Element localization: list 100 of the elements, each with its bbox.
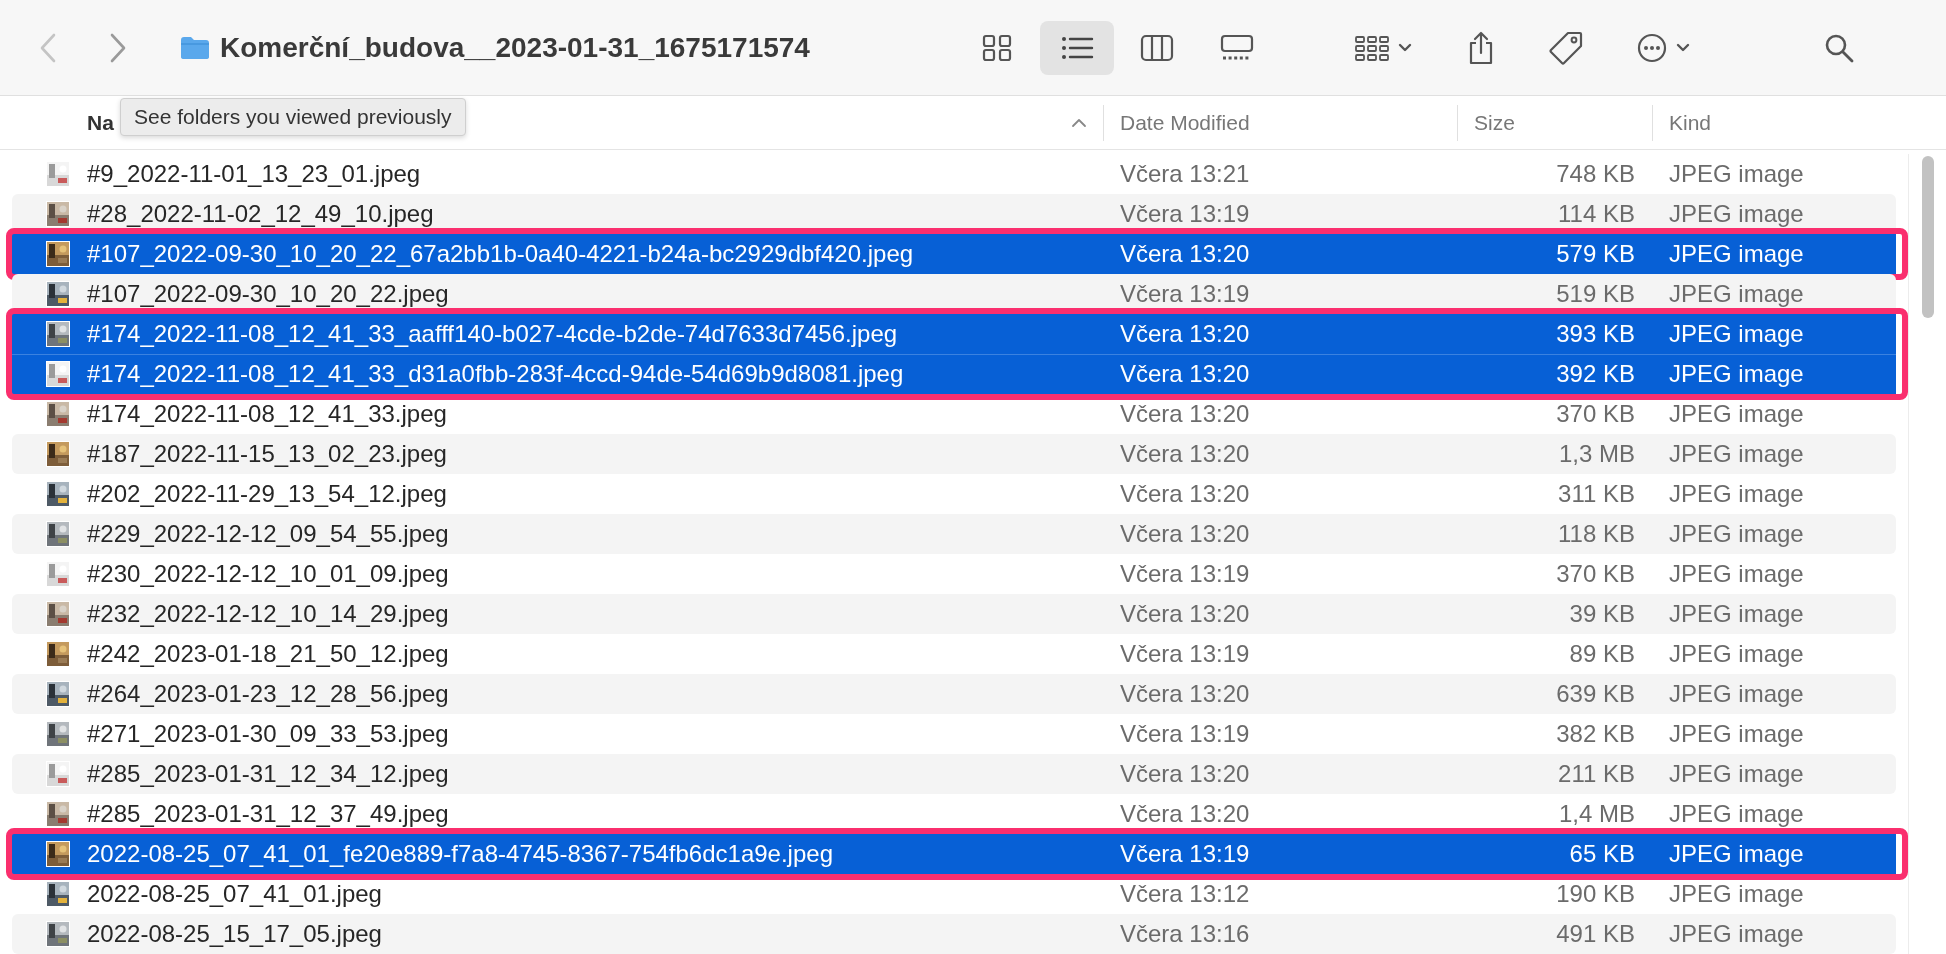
column-header[interactable]: Na <box>87 110 114 135</box>
date-modified: Včera 13:20 <box>1120 441 1250 467</box>
file-name: #242_2023-01-18_21_50_12.jpeg <box>87 641 449 667</box>
file-kind: JPEG image <box>1669 321 1804 347</box>
tag-icon[interactable] <box>1547 29 1584 66</box>
file-row[interactable]: #230_2022-12-12_10_01_09.jpeg Včera 13:19 370 KB JPEG image <box>12 554 1896 594</box>
file-kind: JPEG image <box>1669 281 1804 307</box>
file-name: #9_2022-11-01_13_23_01.jpeg <box>87 161 421 187</box>
file-size: 311 KB <box>1558 481 1635 507</box>
date-modified: Včera 13:19 <box>1120 641 1250 667</box>
file-size: 370 KB <box>1556 561 1635 587</box>
file-size: 370 KB <box>1556 401 1635 427</box>
date-modified: Včera 13:20 <box>1120 761 1250 787</box>
file-name: #174_2022-11-08_12_41_33_aafff140-b027-4cde-b2de-74d7633d7456.jpeg <box>87 321 898 347</box>
date-modified: Včera 13:20 <box>1120 521 1250 547</box>
file-row[interactable]: #242_2023-01-18_21_50_12.jpeg Včera 13:19 89 KB JPEG image <box>12 634 1896 674</box>
date-modified: Včera 13:21 <box>1120 161 1250 187</box>
file-kind: JPEG image <box>1669 401 1804 427</box>
date-modified: Včera 13:20 <box>1120 801 1250 827</box>
file-size: 748 KB <box>1556 161 1635 187</box>
file-kind: JPEG image <box>1669 641 1804 667</box>
date-modified: Včera 13:20 <box>1120 361 1250 387</box>
search-icon[interactable] <box>1823 32 1854 63</box>
file-row[interactable]: #232_2022-12-12_10_14_29.jpeg Včera 13:20 39 KB JPEG image <box>12 594 1896 634</box>
file-row[interactable]: 2022-08-25_07_41_01_fe20e889-f7a8-4745-8367-754fb6dc1a9e.jpeg Včera 13:19 65 KB JPEG image <box>12 834 1896 874</box>
forward-icon[interactable] <box>108 31 128 64</box>
file-name: #271_2023-01-30_09_33_53.jpeg <box>87 721 449 747</box>
window-title: Komerční_budova__2023-01-31_1675171574 <box>220 31 810 64</box>
date-modified: Včera 13:19 <box>1120 841 1250 867</box>
file-size: 639 KB <box>1556 681 1635 707</box>
file-row[interactable]: #229_2022-12-12_09_54_55.jpeg Včera 13:20 118 KB JPEG image <box>12 514 1896 554</box>
file-kind: JPEG image <box>1669 201 1804 227</box>
file-size: 1,4 MB <box>1558 801 1635 827</box>
date-modified: Včera 13:19 <box>1120 721 1250 747</box>
file-size: 190 KB <box>1556 881 1635 907</box>
file-name: 2022-08-25_07_41_01_fe20e889-f7a8-4745-8367-754fb6dc1a9e.jpeg <box>87 841 833 867</box>
file-row[interactable]: #202_2022-11-29_13_54_12.jpeg Včera 13:20 311 KB JPEG image <box>12 474 1896 514</box>
sort-caret-icon[interactable] <box>1071 117 1087 128</box>
file-kind: JPEG image <box>1669 841 1804 867</box>
date-modified: Včera 13:19 <box>1120 201 1250 227</box>
file-row[interactable]: 2022-08-25_15_17_05.jpeg Včera 13:16 491 KB JPEG image <box>12 914 1896 954</box>
file-kind: JPEG image <box>1669 561 1804 587</box>
file-name: #187_2022-11-15_13_02_23.jpeg <box>87 441 447 467</box>
file-kind: JPEG image <box>1669 361 1804 387</box>
gallery-icon <box>1219 32 1254 63</box>
file-row[interactable]: #271_2023-01-30_09_33_53.jpeg Včera 13:19 382 KB JPEG image <box>12 714 1896 754</box>
file-row[interactable]: 2022-08-25_07_41_01.jpeg Včera 13:12 190 KB JPEG image <box>12 874 1896 914</box>
file-row[interactable]: #174_2022-11-08_12_41_33_d31a0fbb-283f-4ccd-94de-54d69b9d8081.jpeg Včera 13:20 392 KB JPEG image <box>12 354 1896 394</box>
date-modified: Včera 13:12 <box>1120 881 1250 907</box>
folder-icon <box>180 35 210 60</box>
file-name: #174_2022-11-08_12_41_33.jpeg <box>87 401 447 427</box>
file-row[interactable]: #9_2022-11-01_13_23_01.jpeg Včera 13:21 748 KB JPEG image <box>12 154 1896 194</box>
file-size: 393 KB <box>1556 321 1635 347</box>
file-name: #264_2023-01-23_12_28_56.jpeg <box>87 681 449 707</box>
file-size: 392 KB <box>1556 361 1635 387</box>
file-size: 39 KB <box>1569 601 1635 627</box>
file-name: 2022-08-25_07_41_01.jpeg <box>87 881 382 907</box>
scrollbar-thumb[interactable] <box>1921 156 1934 318</box>
file-row[interactable]: #174_2022-11-08_12_41_33_aafff140-b027-4cde-b2de-74d7633d7456.jpeg Včera 13:20 393 KB JPEG image <box>12 314 1896 354</box>
file-size: 89 KB <box>1569 641 1635 667</box>
file-size: 118 KB <box>1558 521 1635 547</box>
file-size: 491 KB <box>1556 921 1635 947</box>
file-row[interactable]: #187_2022-11-15_13_02_23.jpeg Včera 13:20 1,3 MB JPEG image <box>12 434 1896 474</box>
file-kind: JPEG image <box>1669 441 1804 467</box>
file-size: 382 KB <box>1556 721 1635 747</box>
file-row[interactable]: #285_2023-01-31_12_34_12.jpeg Včera 13:20 211 KB JPEG image <box>12 754 1896 794</box>
file-kind: JPEG image <box>1669 721 1804 747</box>
file-name: #107_2022-09-30_10_20_22.jpeg <box>87 281 449 307</box>
file-name: #174_2022-11-08_12_41_33_d31a0fbb-283f-4ccd-94de-54d69b9d8081.jpeg <box>87 361 904 387</box>
file-size: 211 KB <box>1558 761 1635 787</box>
date-modified: Včera 13:19 <box>1120 281 1250 307</box>
file-kind: JPEG image <box>1669 681 1804 707</box>
date-modified: Včera 13:16 <box>1120 921 1250 947</box>
date-modified: Včera 13:20 <box>1120 601 1250 627</box>
date-modified: Včera 13:20 <box>1120 481 1250 507</box>
file-name: #202_2022-11-29_13_54_12.jpeg <box>87 481 447 507</box>
file-row[interactable]: #107_2022-09-30_10_20_22_67a2bb1b-0a40-4221-b24a-bc2929dbf420.jpeg Včera 13:20 579 KB JPEG image <box>12 234 1896 274</box>
file-row[interactable]: #264_2023-01-23_12_28_56.jpeg Včera 13:20 639 KB JPEG image <box>12 674 1896 714</box>
column-header[interactable]: Date Modified <box>1120 110 1250 135</box>
file-kind: JPEG image <box>1669 761 1804 787</box>
file-name: #285_2023-01-31_12_34_12.jpeg <box>87 761 449 787</box>
file-name: #232_2022-12-12_10_14_29.jpeg <box>87 601 449 627</box>
date-modified: Včera 13:20 <box>1120 321 1250 347</box>
file-size: 519 KB <box>1556 281 1635 307</box>
file-row[interactable]: #174_2022-11-08_12_41_33.jpeg Včera 13:20 370 KB JPEG image <box>12 394 1896 434</box>
file-size: 114 KB <box>1558 201 1635 227</box>
file-kind: JPEG image <box>1669 241 1804 267</box>
file-kind: JPEG image <box>1669 801 1804 827</box>
list-view-button[interactable] <box>1039 20 1114 75</box>
file-kind: JPEG image <box>1669 881 1804 907</box>
column-header[interactable]: Size <box>1474 110 1515 135</box>
file-name: 2022-08-25_15_17_05.jpeg <box>87 921 382 947</box>
date-modified: Včera 13:20 <box>1120 401 1250 427</box>
file-name: #229_2022-12-12_09_54_55.jpeg <box>87 521 449 547</box>
file-kind: JPEG image <box>1669 601 1804 627</box>
date-modified: Včera 13:19 <box>1120 561 1250 587</box>
file-kind: JPEG image <box>1669 921 1804 947</box>
column-header[interactable]: Kind <box>1669 110 1712 135</box>
file-kind: JPEG image <box>1669 481 1804 507</box>
file-row[interactable]: #285_2023-01-31_12_37_49.jpeg Včera 13:20 1,4 MB JPEG image <box>12 794 1896 834</box>
